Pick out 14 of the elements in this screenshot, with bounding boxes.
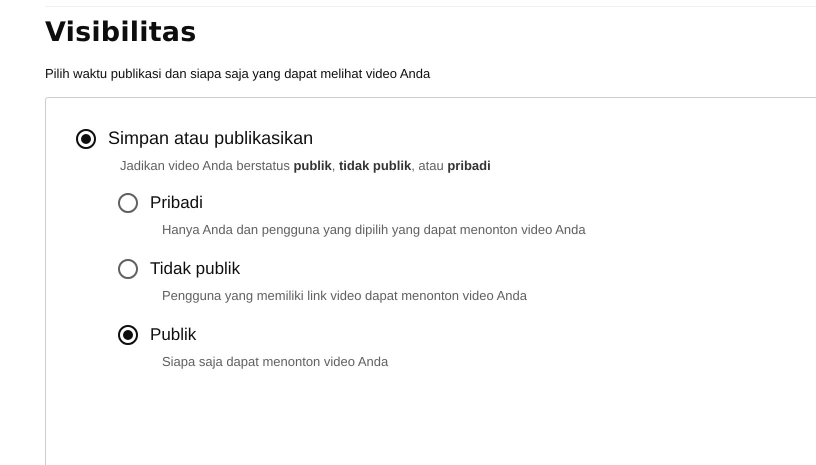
radio-button[interactable] [118,325,138,345]
option-description: Hanya Anda dan pengguna yang dipilih yang dapat menonton video Anda [162,222,586,237]
section-subtitle: Pilih waktu publikasi dan siapa saja yang dapat melihat video Anda [45,66,430,81]
option-label: Publik [150,325,196,345]
section-title: Visibilitas [45,17,196,48]
option-description: Jadikan video Anda berstatus publik, tidak publik, atau pribadi [120,158,491,173]
radio-button[interactable] [118,259,138,279]
option-description: Pengguna yang memiliki link video dapat menonton video Anda [162,288,527,303]
option-description: Siapa saja dapat menonton video Anda [162,354,388,369]
radio-button[interactable] [118,193,138,213]
option-label: Simpan atau publikasikan [108,128,314,149]
radio-button[interactable] [76,128,96,148]
option-label: Tidak publik [150,259,240,279]
option-label: Pribadi [150,193,203,213]
